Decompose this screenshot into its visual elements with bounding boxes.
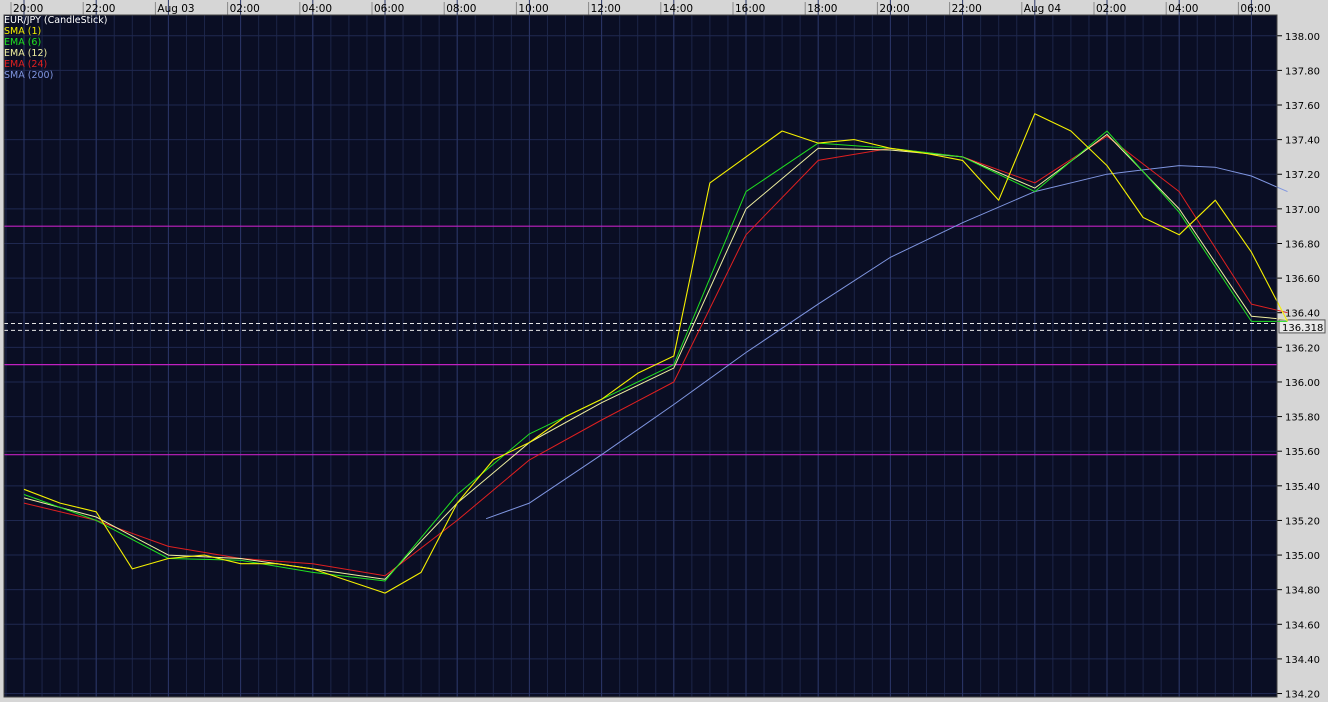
- y-tick-label: 137.20: [1285, 170, 1320, 181]
- x-tick-label: Aug 03: [157, 3, 194, 15]
- y-tick-label: 135.60: [1285, 447, 1320, 458]
- legend-entry-symbol: EUR/JPY (CandleStick): [4, 15, 108, 26]
- x-tick-label: 12:00: [591, 3, 621, 15]
- plot-area: [4, 15, 1277, 697]
- x-tick-label: 06:00: [1240, 3, 1270, 15]
- x-tick-label: 02:00: [230, 3, 260, 15]
- x-tick-label: 20:00: [13, 3, 43, 15]
- x-tick-label: 22:00: [952, 3, 982, 15]
- y-tick-label: 136.20: [1285, 343, 1320, 354]
- y-tick-label: 135.20: [1285, 516, 1320, 527]
- x-tick-label: 06:00: [374, 3, 404, 15]
- x-tick-label: 04:00: [302, 3, 332, 15]
- y-tick-label: 137.00: [1285, 205, 1320, 216]
- y-tick-label: 136.60: [1285, 274, 1320, 285]
- legend-entry-ema6: EMA (6): [4, 37, 42, 48]
- legend-entry-ema24: EMA (24): [4, 59, 48, 70]
- x-tick-label: 18:00: [807, 3, 837, 15]
- x-tick-label: 16:00: [735, 3, 765, 15]
- y-tick-label: 136.80: [1285, 239, 1320, 250]
- x-tick-label: Aug 04: [1024, 3, 1062, 15]
- x-tick-label: 02:00: [1096, 3, 1126, 15]
- x-tick-label: 10:00: [518, 3, 548, 15]
- x-tick-label: 08:00: [446, 3, 476, 15]
- legend-entry-ema12: EMA (12): [4, 48, 48, 59]
- y-tick-label: 136.40: [1285, 309, 1320, 320]
- y-tick-label: 134.20: [1285, 690, 1320, 701]
- x-tick-label: 04:00: [1168, 3, 1198, 15]
- chart-legend: EUR/JPY (CandleStick) SMA (1) EMA (6) EM…: [4, 15, 107, 81]
- current-price-label: 136.318: [1282, 323, 1323, 334]
- chart-window: 20:00 22:00 Aug 03 02:00 04:00 06:00 08:00 10:0…: [0, 0, 1328, 702]
- y-tick-label: 137.60: [1285, 101, 1320, 112]
- legend-entry-sma200: SMA (200): [4, 70, 54, 81]
- y-tick-label: 134.60: [1285, 620, 1320, 631]
- y-tick-label: 135.00: [1285, 551, 1320, 562]
- y-tick-label: 135.80: [1285, 413, 1320, 424]
- candlestick-chart: 20:00 22:00 Aug 03 02:00 04:00 06:00 08:00 10:0…: [0, 0, 1328, 702]
- legend-entry-sma1: SMA (1): [4, 26, 42, 37]
- x-tick-label: 14:00: [663, 3, 693, 15]
- y-tick-label: 137.80: [1285, 66, 1320, 77]
- y-tick-label: 134.80: [1285, 586, 1320, 597]
- y-tick-label: 137.40: [1285, 136, 1320, 147]
- y-tick-label: 135.40: [1285, 482, 1320, 493]
- x-tick-label: 20:00: [879, 3, 909, 15]
- x-tick-label: 22:00: [85, 3, 115, 15]
- y-tick-label: 134.40: [1285, 655, 1320, 666]
- y-tick-label: 136.00: [1285, 378, 1320, 389]
- y-tick-label: 138.00: [1285, 32, 1320, 43]
